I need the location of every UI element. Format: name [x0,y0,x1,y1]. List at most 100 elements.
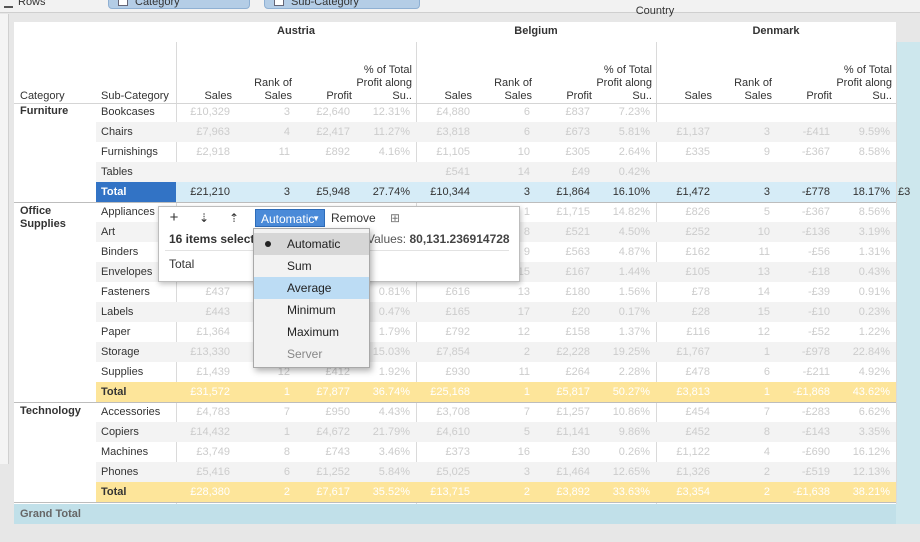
subcategory-label[interactable]: Storage [101,342,175,362]
data-cell[interactable]: -£39 [778,282,830,302]
data-cell[interactable]: £78 [652,282,710,302]
category-label-2[interactable]: Technology [20,405,94,418]
grand-total-row[interactable] [14,504,896,524]
total-cell[interactable]: 27.74% [352,182,410,202]
data-cell[interactable]: 0.91% [832,282,890,302]
data-cell[interactable]: 5 [722,202,770,222]
country-austria[interactable]: Austria [176,25,416,37]
data-cell[interactable]: £1,464 [538,462,590,482]
data-cell[interactable]: 16 [482,442,530,462]
data-cell[interactable]: £264 [538,362,590,382]
data-cell[interactable]: 12 [482,322,530,342]
data-cell[interactable]: 0.26% [592,442,650,462]
total-cell[interactable]: £25,168 [412,382,470,402]
data-cell[interactable]: £930 [412,362,470,382]
subcategory-label[interactable]: Chairs [101,122,175,142]
data-cell[interactable]: 6 [722,362,770,382]
data-cell[interactable]: £180 [538,282,590,302]
data-cell[interactable]: 21.79% [352,422,410,442]
measure-header[interactable]: Rank of Sales [722,77,772,103]
data-cell[interactable]: £521 [538,222,590,242]
total-cell[interactable]: 3 [722,182,770,202]
total-cell[interactable]: £10,344 [412,182,470,202]
data-cell[interactable]: £4,672 [298,422,350,442]
data-cell[interactable]: £837 [538,102,590,122]
data-cell[interactable]: £443 [172,302,230,322]
subcategory-label[interactable]: Tables [101,162,175,182]
data-cell[interactable]: £335 [652,142,710,162]
data-cell[interactable]: £454 [652,402,710,422]
data-cell[interactable]: 22.84% [832,342,890,362]
total-cell[interactable]: -£1,638 [778,482,830,502]
data-cell[interactable]: £2,640 [298,102,350,122]
data-cell[interactable]: 1.37% [592,322,650,342]
subcategory-label[interactable]: Labels [101,302,175,322]
data-cell[interactable]: 4.50% [592,222,650,242]
menu-item-automatic[interactable]: Automatic [254,233,369,255]
total-cell[interactable]: £31,572 [172,382,230,402]
data-cell[interactable]: £1,141 [538,422,590,442]
data-cell[interactable]: -£283 [778,402,830,422]
total-cell[interactable]: 38.21% [832,482,890,502]
data-cell[interactable] [242,162,290,182]
data-cell[interactable]: 10 [482,142,530,162]
grid-icon[interactable]: ⊞ [385,209,405,227]
total-label[interactable]: Total [101,482,171,502]
data-cell[interactable]: 2.64% [592,142,650,162]
data-cell[interactable]: 19.25% [592,342,650,362]
data-cell[interactable]: £5,025 [412,462,470,482]
total-cell[interactable]: 2 [722,482,770,502]
total-cell[interactable]: 50.27% [592,382,650,402]
total-label[interactable]: Total [96,182,176,202]
data-cell[interactable] [832,162,890,182]
total-cell[interactable]: £1,864 [538,182,590,202]
data-cell[interactable]: £1,105 [412,142,470,162]
data-cell[interactable] [298,162,350,182]
category-label-1[interactable]: Office Supplies [20,205,94,231]
total-cell[interactable]: £28,380 [172,482,230,502]
data-cell[interactable]: 4.16% [352,142,410,162]
data-cell[interactable]: 3.35% [832,422,890,442]
total-cell[interactable]: 43.62% [832,382,890,402]
data-cell[interactable]: 3.19% [832,222,890,242]
data-cell[interactable]: £165 [412,302,470,322]
total-cell[interactable]: 3 [482,182,530,202]
data-cell[interactable]: £478 [652,362,710,382]
data-cell[interactable]: £162 [652,242,710,262]
data-cell[interactable]: 13 [482,282,530,302]
data-cell[interactable]: -£143 [778,422,830,442]
data-cell[interactable]: 4 [242,122,290,142]
data-cell[interactable]: -£18 [778,262,830,282]
data-cell[interactable]: £563 [538,242,590,262]
data-cell[interactable]: £792 [412,322,470,342]
data-cell[interactable]: -£411 [778,122,830,142]
data-cell[interactable]: £28 [652,302,710,322]
data-cell[interactable]: £5,416 [172,462,230,482]
data-cell[interactable]: -£367 [778,202,830,222]
data-cell[interactable] [722,102,770,122]
aggregation-dropdown[interactable]: Automatic ▼ [255,209,325,227]
data-cell[interactable]: £158 [538,322,590,342]
data-cell[interactable]: 3 [242,102,290,122]
data-cell[interactable] [652,162,710,182]
subcategory-label[interactable]: Copiers [101,422,175,442]
data-cell[interactable]: 10 [722,222,770,242]
data-cell[interactable]: 1.44% [592,262,650,282]
total-cell[interactable]: £1,472 [652,182,710,202]
data-cell[interactable]: -£10 [778,302,830,322]
data-cell[interactable]: £1,364 [172,322,230,342]
category-label-0[interactable]: Furniture [20,105,94,118]
total-cell[interactable]: 35.52% [352,482,410,502]
total-cell[interactable]: £3,813 [652,382,710,402]
data-cell[interactable]: 11 [482,362,530,382]
country-belgium[interactable]: Belgium [416,25,656,37]
data-cell[interactable]: -£136 [778,222,830,242]
total-cell[interactable]: 1 [722,382,770,402]
menu-item-maximum[interactable]: Maximum [254,321,369,343]
data-cell[interactable]: £616 [412,282,470,302]
data-cell[interactable]: £2,228 [538,342,590,362]
data-cell[interactable]: -£690 [778,442,830,462]
remove-button[interactable]: Remove [331,209,376,227]
pill-subcategory[interactable]: Sub-Category [264,0,420,9]
data-cell[interactable]: 1.56% [592,282,650,302]
